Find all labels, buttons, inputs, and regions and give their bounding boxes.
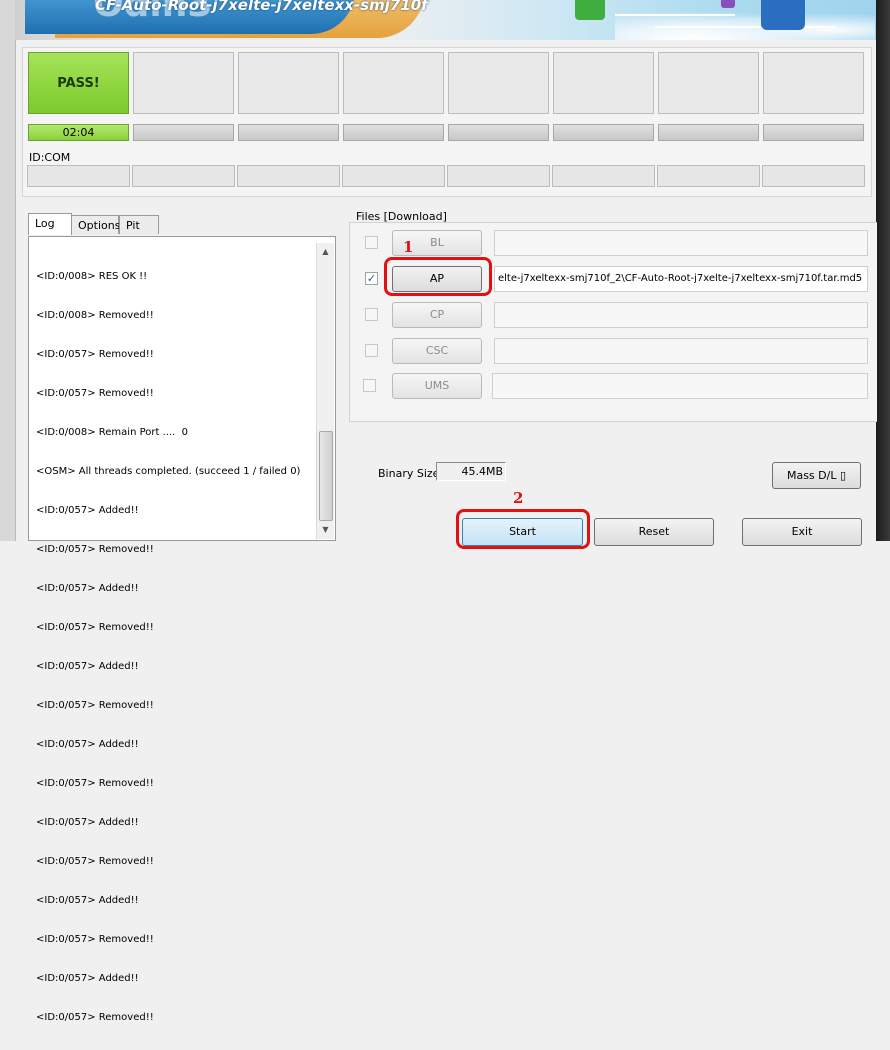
cp-button[interactable]: CP — [392, 302, 482, 328]
log-line: <ID:0/057> Added!! — [36, 661, 139, 672]
csc-checkbox[interactable] — [365, 344, 378, 357]
log-line: <ID:0/057> Added!! — [36, 739, 139, 750]
ap-path-field[interactable]: elte-j7xeltexx-smj710f_2\CF-Auto-Root-j7… — [494, 266, 868, 292]
log-line: <ID:0/057> Added!! — [36, 973, 139, 984]
idcom-box-6 — [552, 165, 655, 187]
tab-log[interactable]: Log — [28, 213, 72, 235]
cp-path-field[interactable] — [494, 302, 868, 328]
annotation-number-2: 2 — [513, 489, 524, 507]
log-line: <ID:0/008> Remain Port .... 0 — [36, 427, 189, 438]
idcom-box-2 — [132, 165, 235, 187]
port-timer-6 — [553, 124, 654, 141]
port-status-4 — [343, 52, 444, 114]
log-line: <ID:0/057> Removed!! — [36, 544, 154, 555]
banner-purple-icon — [721, 0, 735, 8]
log-line: <ID:0/008> Removed!! — [36, 310, 154, 321]
port-timer-1: 02:04 — [28, 124, 129, 141]
ums-button[interactable]: UMS — [392, 373, 482, 399]
scroll-thumb[interactable] — [319, 431, 333, 521]
port-status-2 — [133, 52, 234, 114]
header-banner: Odin3 CF-Auto-Root-j7xelte-j7xeltexx-smj… — [15, 0, 876, 40]
port-timer-8 — [763, 124, 864, 141]
log-line: <ID:0/057> Removed!! — [36, 349, 154, 360]
port-timer-4 — [343, 124, 444, 141]
ums-checkbox[interactable] — [363, 379, 376, 392]
log-line: <ID:0/057> Removed!! — [36, 622, 154, 633]
banner-world-map — [615, 6, 875, 40]
port-status-5 — [448, 52, 549, 114]
idcom-label: ID:COM — [29, 151, 71, 164]
port-timer-5 — [448, 124, 549, 141]
port-status-3 — [238, 52, 339, 114]
idcom-box-8 — [762, 165, 865, 187]
port-timer-2 — [133, 124, 234, 141]
exit-button[interactable]: Exit — [742, 518, 862, 546]
log-line: <ID:0/057> Added!! — [36, 583, 139, 594]
bl-path-field[interactable] — [494, 230, 868, 256]
log-line: <ID:0/057> Removed!! — [36, 700, 154, 711]
log-line: <ID:0/057> Added!! — [36, 895, 139, 906]
csc-path-field[interactable] — [494, 338, 868, 364]
port-status-1: PASS! — [28, 52, 129, 114]
idcom-box-4 — [342, 165, 445, 187]
scroll-down-icon[interactable]: ▼ — [317, 521, 334, 538]
annotation-box-start — [456, 509, 590, 549]
log-panel: <ID:0/008> RES OK !! <ID:0/008> Removed!… — [28, 236, 336, 1023]
log-line: <ID:0/008> RES OK !! — [36, 271, 148, 282]
log-text: <ID:0/008> RES OK !! <ID:0/008> Removed!… — [36, 244, 316, 1050]
banner-line — [655, 26, 835, 28]
log-line: <OSM> All threads completed. (succeed 1 … — [36, 466, 301, 477]
banner-green-icon — [575, 0, 605, 20]
log-line: <ID:0/057> Removed!! — [36, 1012, 154, 1023]
log-scrollbar[interactable]: ▲ ▼ — [316, 243, 334, 539]
banner-title: CF-Auto-Root-j7xelte-j7xeltexx-smj710f — [95, 0, 428, 14]
port-status-7 — [658, 52, 759, 114]
idcom-box-1 — [27, 165, 130, 187]
port-status-8 — [763, 52, 864, 114]
mass-dl-button[interactable]: Mass D/L ▯ — [772, 462, 861, 489]
window-left-border — [0, 0, 16, 541]
scroll-up-icon[interactable]: ▲ — [317, 243, 334, 260]
tab-pit[interactable]: Pit — [119, 215, 159, 234]
cp-checkbox[interactable] — [365, 308, 378, 321]
window-right-border — [876, 0, 890, 541]
banner-blue-icon — [761, 0, 805, 30]
tab-options[interactable]: Options — [71, 215, 120, 234]
bl-checkbox[interactable] — [365, 236, 378, 249]
reset-button[interactable]: Reset — [594, 518, 714, 546]
port-timer-7 — [658, 124, 759, 141]
idcom-box-7 — [657, 165, 760, 187]
binary-size-value: 45.4MB — [436, 462, 506, 481]
log-line: <ID:0/057> Removed!! — [36, 856, 154, 867]
banner-line — [615, 14, 735, 16]
port-timer-3 — [238, 124, 339, 141]
idcom-box-5 — [447, 165, 550, 187]
log-line: <ID:0/057> Removed!! — [36, 934, 154, 945]
idcom-box-3 — [237, 165, 340, 187]
log-line: <ID:0/057> Added!! — [36, 505, 139, 516]
log-line: <ID:0/057> Removed!! — [36, 778, 154, 789]
log-line: <ID:0/057> Added!! — [36, 817, 139, 828]
annotation-number-1: 1 — [403, 238, 414, 256]
annotation-box-ap — [384, 257, 492, 296]
port-status-6 — [553, 52, 654, 114]
log-line: <ID:0/057> Removed!! — [36, 388, 154, 399]
ums-path-field[interactable] — [492, 373, 868, 399]
ap-checkbox[interactable]: ✓ — [365, 272, 378, 285]
csc-button[interactable]: CSC — [392, 338, 482, 364]
binary-size-label: Binary Size — [378, 467, 440, 480]
